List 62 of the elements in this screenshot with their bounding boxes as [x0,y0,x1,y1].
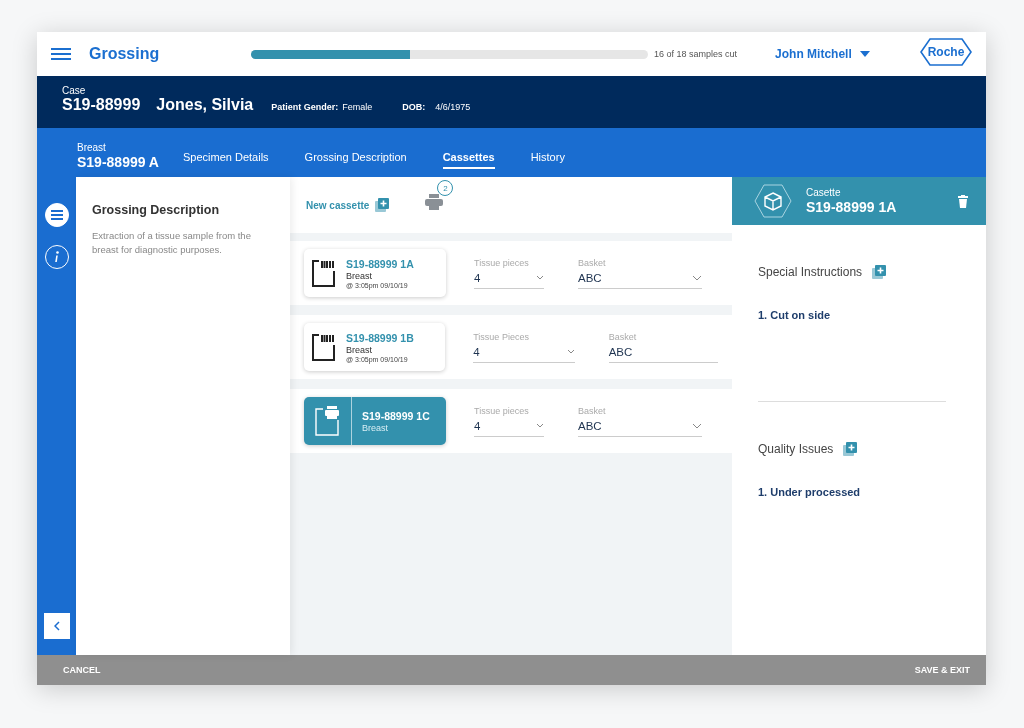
save-exit-button[interactable]: SAVE & EXIT [914,665,970,675]
chevron-left-icon [53,621,60,631]
print-count-badge: 2 [437,180,454,196]
tissue-pieces-field[interactable]: Tissue Pieces 4 [473,331,575,363]
chevron-down-icon [536,275,544,280]
specimen-id: S19-88999 A [77,154,159,170]
printer-icon [425,194,444,210]
progress-label: 16 of 18 samples cut [654,49,738,59]
chevron-down-icon [692,422,702,429]
cassette-barcode-icon [312,333,336,361]
cassette-organ: Breast [346,344,373,355]
cassette-id: S19-88999 1C [362,409,430,422]
gender-label: Patient Gender: [271,102,339,112]
cassette-printer-icon [314,406,341,436]
detail-label: Casette [806,186,842,198]
tab[interactable]: History [530,147,565,169]
chevron-down-icon [566,349,575,354]
add-icon[interactable] [872,265,887,279]
basket-field[interactable]: Basket ABC [578,257,702,289]
add-icon[interactable] [843,442,858,456]
description-title: Grossing Description [92,203,221,217]
cassette-card[interactable]: S19-88999 1C Breast [304,397,446,445]
cassette-barcode-icon [312,259,336,287]
section-title: Special Instructions [758,265,863,279]
menu-icon[interactable] [51,48,71,60]
basket-field[interactable]: Basket ABC [578,405,702,437]
cube-icon [754,184,792,218]
detail-id: S19-88999 1A [806,198,897,215]
dob-value: 4/6/1975 [435,102,471,112]
cassette-id: S19-88999 1B [346,331,414,344]
list-button[interactable] [44,203,69,227]
tab[interactable]: Cassettes [442,147,495,169]
case-label: Case [62,85,87,96]
section-title: Quality Issues [758,442,834,456]
case-id: S19-88999 [62,96,141,114]
trash-icon[interactable] [958,194,968,208]
tab[interactable]: Specimen Details [183,147,269,169]
cassette-id: S19-88999 1A [346,257,414,270]
app-title: Grossing [89,45,161,63]
section-item: 1. Under processed [758,486,862,498]
chevron-down-icon [692,274,702,281]
add-icon[interactable] [375,198,390,212]
new-cassette-button[interactable]: New cassette [306,198,390,212]
basket-field[interactable]: Basket ABC [608,331,718,363]
user-menu[interactable]: John Mitchell [775,47,870,61]
caret-icon [859,51,870,57]
description-text: Extraction of a tissue sample from the breast for diagnostic purposes. [92,229,252,258]
gender-value: Female [342,102,373,112]
specimen-label: Breast [77,142,107,153]
cassette-organ: Breast [346,270,373,281]
cancel-button[interactable]: CANCEL [63,665,101,675]
tab[interactable]: Grossing Description [304,147,407,169]
cassette-organ: Breast [362,422,389,433]
section-item: 1. Cut on side [758,309,832,321]
tissue-pieces-field[interactable]: Tissue pieces 4 [474,405,544,437]
dob-label: DOB: [402,102,426,112]
tissue-pieces-field[interactable]: Tissue pieces 4 [474,257,544,289]
chevron-down-icon [536,423,544,428]
patient-name: Jones, Silvia [156,96,254,114]
info-icon [53,251,60,263]
collapse-button[interactable] [43,613,70,639]
list-icon [50,210,63,220]
